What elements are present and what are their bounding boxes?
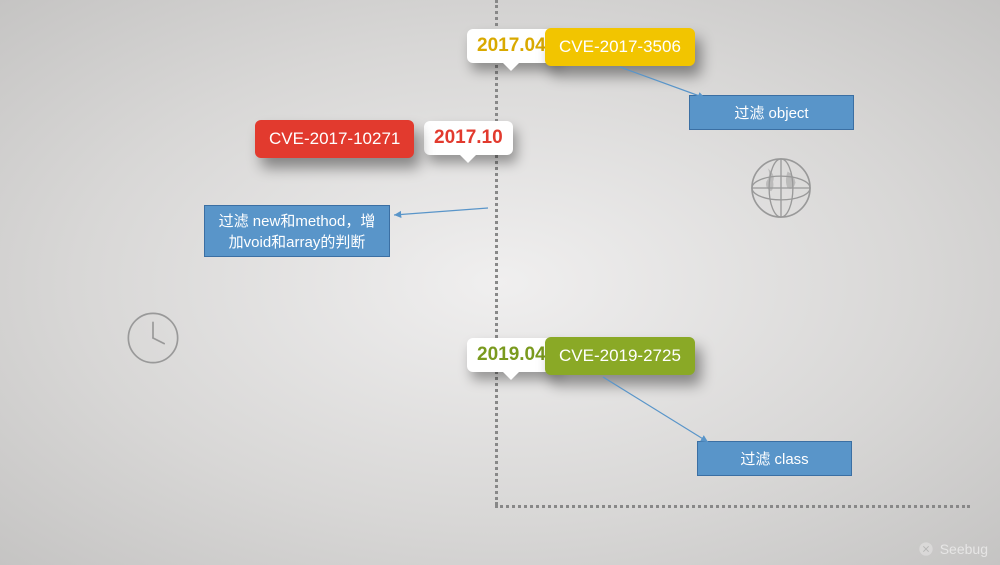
- brand-watermark: Seebug: [918, 541, 988, 557]
- date-pill-2019-04: 2019.04: [467, 338, 556, 372]
- arrow-to-note-3: [598, 372, 718, 450]
- clock-icon: [125, 310, 181, 366]
- brand-text: Seebug: [940, 541, 988, 557]
- arrow-to-note-2: [388, 203, 494, 258]
- date-label: 2017.10: [434, 127, 503, 148]
- cve-text: CVE-2019-2725: [559, 346, 681, 365]
- cve-label-2017-3506: CVE-2017-3506: [545, 28, 695, 66]
- date-label: 2019.04: [477, 344, 546, 365]
- cve-text: CVE-2017-10271: [269, 129, 400, 148]
- date-label: 2017.04: [477, 35, 546, 56]
- note-filter-new-method: 过滤 new和method，增 加void和array的判断: [204, 205, 390, 257]
- date-pill-2017-04: 2017.04: [467, 29, 556, 63]
- note-line-1: 过滤 new和method，增: [211, 210, 383, 231]
- globe-icon: [748, 155, 814, 221]
- timeline-horizontal-axis: [495, 505, 970, 508]
- note-line-2: 加void和array的判断: [211, 231, 383, 252]
- note-filter-class: 过滤 class: [697, 441, 852, 476]
- note-filter-object: 过滤 object: [689, 95, 854, 130]
- date-pill-2017-10: 2017.10: [424, 121, 513, 155]
- cve-text: CVE-2017-3506: [559, 37, 681, 56]
- bug-icon: [918, 541, 934, 557]
- cve-label-2019-2725: CVE-2019-2725: [545, 337, 695, 375]
- note-text: 过滤 object: [734, 105, 808, 122]
- note-text: 过滤 class: [740, 451, 808, 468]
- cve-label-2017-10271: CVE-2017-10271: [255, 120, 414, 158]
- timeline-vertical-axis: [495, 0, 498, 505]
